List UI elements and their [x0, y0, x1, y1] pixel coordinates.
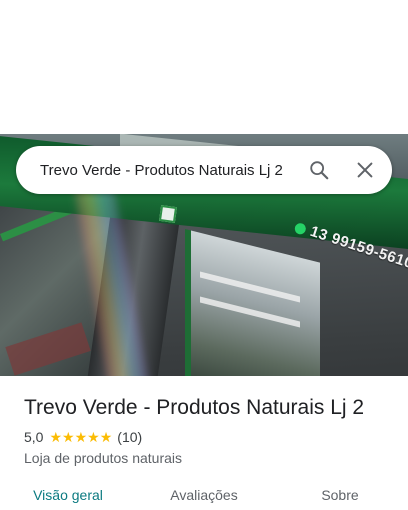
place-title: Trevo Verde - Produtos Naturais Lj 2: [24, 396, 365, 419]
place-info-panel: Trevo Verde - Produtos Naturais Lj 2 5,0…: [0, 376, 408, 510]
tab-reviews[interactable]: Avaliações: [136, 480, 272, 510]
review-count[interactable]: (10): [117, 429, 142, 445]
search-icon: [310, 161, 329, 180]
star-icon: ★: [99, 429, 113, 445]
rating-row[interactable]: 5,0 ★ ★ ★ ★ ★ (10): [24, 429, 142, 445]
place-category[interactable]: Loja de produtos naturais: [24, 450, 182, 466]
star-icon: ★: [62, 429, 75, 445]
search-button[interactable]: [296, 147, 342, 193]
blank-map-area: [0, 0, 408, 134]
rating-value: 5,0: [24, 429, 44, 445]
search-input[interactable]: [16, 146, 296, 194]
place-tabs: Visão geral Avaliações Sobre: [0, 480, 408, 510]
photo-wall-logo: [158, 204, 178, 224]
close-icon: [357, 162, 373, 178]
star-icon: ★: [87, 429, 100, 445]
star-icon: ★: [74, 429, 88, 445]
search-bar: [16, 146, 392, 194]
whatsapp-icon: [293, 221, 308, 236]
star-icon: ★: [49, 429, 63, 445]
star-rating: ★ ★ ★ ★ ★: [49, 430, 112, 444]
tab-about[interactable]: Sobre: [272, 480, 408, 510]
tab-overview[interactable]: Visão geral: [0, 480, 136, 510]
clear-search-button[interactable]: [342, 147, 388, 193]
